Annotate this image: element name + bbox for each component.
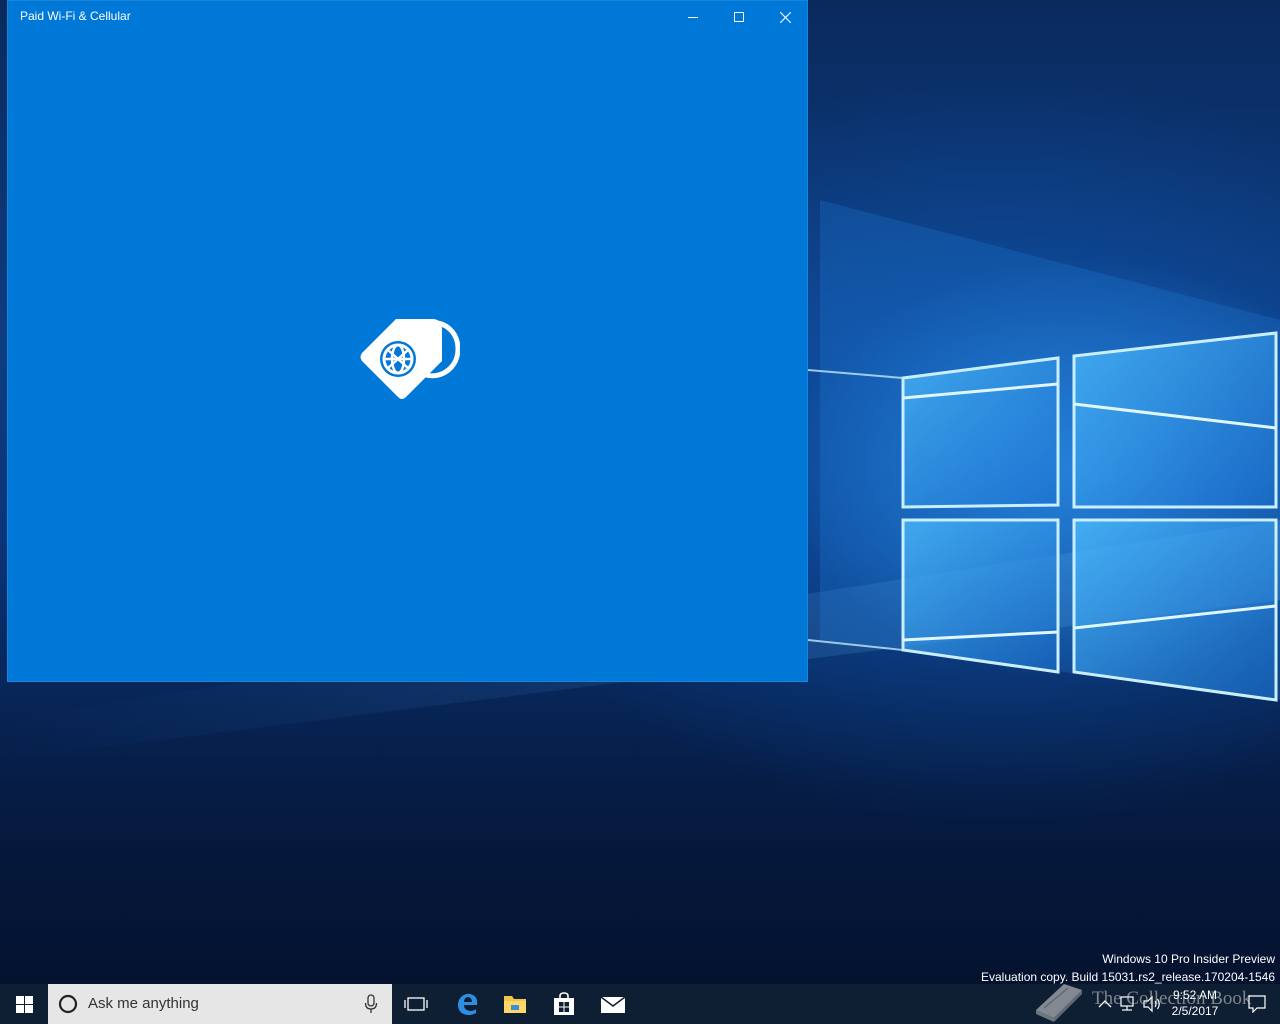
clock-time: 9:52 AM xyxy=(1172,988,1218,1002)
edge-icon xyxy=(458,993,478,1015)
store-button[interactable] xyxy=(540,984,588,1024)
search-box[interactable]: Ask me anything xyxy=(48,984,392,1024)
watermark-edition: Windows 10 Pro Insider Preview xyxy=(1102,952,1275,966)
windows-logo-icon xyxy=(15,995,33,1013)
file-explorer-button[interactable] xyxy=(491,984,539,1024)
mail-button[interactable] xyxy=(589,984,637,1024)
taskbar: Ask me anything 9:52 AM 2/5/2017 xyxy=(0,984,1280,1024)
start-button[interactable] xyxy=(0,984,48,1024)
network-icon[interactable] xyxy=(1118,994,1136,1014)
maximize-button[interactable] xyxy=(716,1,762,33)
store-icon xyxy=(554,992,574,1015)
clock[interactable]: 9:52 AM 2/5/2017 xyxy=(1168,987,1222,1019)
window-title: Paid Wi-Fi & Cellular xyxy=(20,9,131,23)
microphone-icon[interactable] xyxy=(364,994,378,1014)
cortana-icon xyxy=(58,994,78,1014)
close-icon xyxy=(779,11,791,23)
app-window: Paid Wi-Fi & Cellular xyxy=(7,0,808,682)
build-watermark: Windows 10 Pro Insider Preview Evaluatio… xyxy=(981,950,1275,986)
chevron-up-icon[interactable] xyxy=(1098,994,1112,1014)
task-view-icon xyxy=(404,997,428,1011)
mail-icon xyxy=(600,996,626,1013)
action-center-icon xyxy=(1248,995,1266,1013)
minimize-button[interactable] xyxy=(670,1,716,33)
close-button[interactable] xyxy=(762,1,808,33)
search-placeholder: Ask me anything xyxy=(88,995,199,1012)
title-bar[interactable]: Paid Wi-Fi & Cellular xyxy=(8,1,807,33)
volume-icon[interactable] xyxy=(1142,994,1162,1014)
sim-tag-globe-icon xyxy=(360,319,460,399)
maximize-icon xyxy=(734,12,744,22)
file-explorer-icon xyxy=(504,996,526,1013)
minimize-icon xyxy=(688,17,698,18)
edge-button[interactable] xyxy=(443,984,491,1024)
action-center-button[interactable] xyxy=(1234,984,1280,1024)
clock-date: 2/5/2017 xyxy=(1171,1004,1219,1018)
task-view-button[interactable] xyxy=(392,984,440,1024)
